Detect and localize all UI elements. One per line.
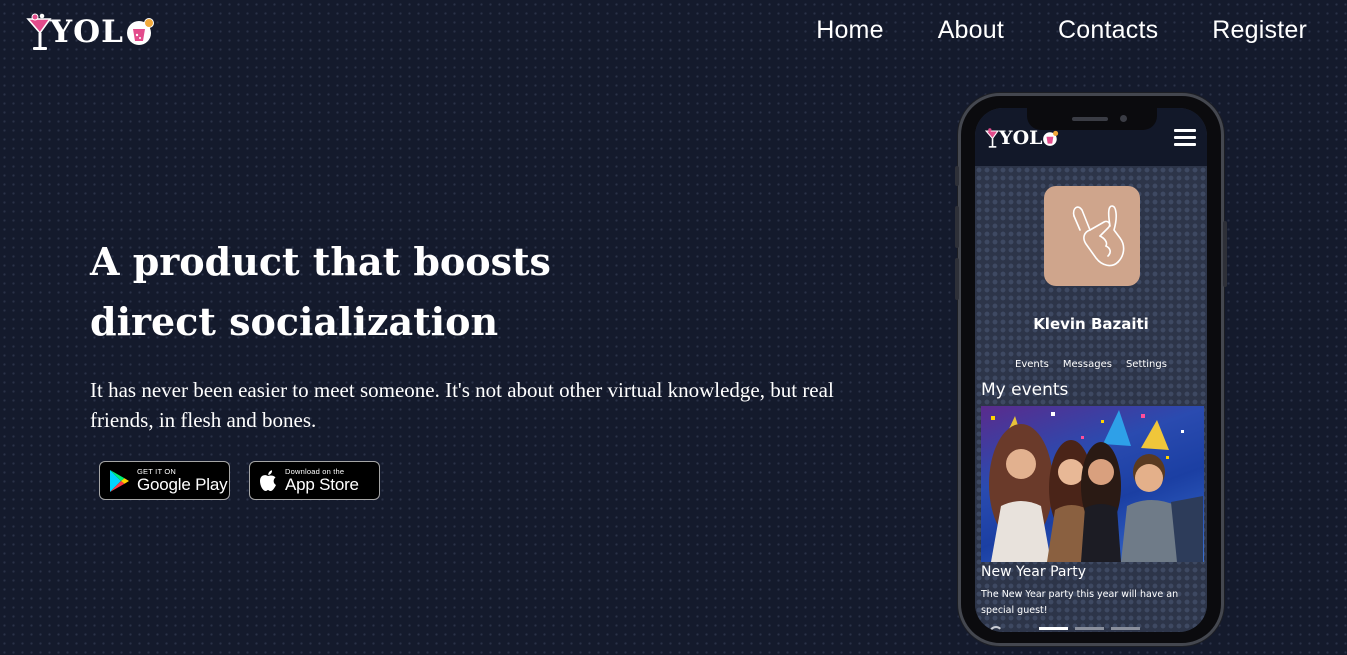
drink-glass-icon bbox=[1043, 130, 1059, 146]
phone-screen: YOL Klevin Bazaiti Events Messages Setti… bbox=[975, 108, 1207, 632]
nav-register[interactable]: Register bbox=[1212, 16, 1307, 45]
app-store-small-label: Download on the bbox=[285, 466, 345, 476]
phone-notch bbox=[1027, 108, 1157, 130]
main-nav: Home About Contacts Register bbox=[762, 16, 1307, 45]
profile-name: Klevin Bazaiti bbox=[1033, 315, 1149, 333]
drink-glass-icon bbox=[126, 18, 154, 45]
nav-home[interactable]: Home bbox=[816, 16, 884, 45]
app-store-label: App Store bbox=[285, 475, 359, 495]
hero-subtitle: It has never been easier to meet someone… bbox=[90, 378, 834, 432]
carousel-dot-active[interactable] bbox=[1039, 627, 1068, 630]
phone-power-button bbox=[1223, 221, 1227, 287]
carousel-indicators bbox=[1039, 627, 1147, 630]
event-title: New Year Party bbox=[981, 564, 1086, 580]
nav-about[interactable]: About bbox=[938, 16, 1004, 45]
loading-spinner-icon bbox=[989, 626, 1003, 632]
app-profile-page: Klevin Bazaiti Events Messages Settings … bbox=[975, 166, 1207, 632]
app-logo-wordmark: YOL bbox=[999, 127, 1043, 149]
phone-mute-switch bbox=[955, 166, 959, 186]
brand-logo[interactable]: YOL bbox=[26, 10, 155, 54]
hero-title: A product that boosts direct socializati… bbox=[90, 239, 551, 344]
google-play-icon bbox=[110, 469, 129, 492]
carousel-dot[interactable] bbox=[1111, 627, 1140, 630]
app-store-button[interactable]: Download on the App Store bbox=[249, 461, 380, 500]
profile-avatar[interactable] bbox=[1044, 186, 1140, 286]
cocktail-glass-icon bbox=[26, 13, 52, 50]
party-photo-illustration bbox=[989, 410, 1203, 562]
shaka-hand-icon bbox=[1072, 205, 1125, 267]
google-play-small-label: GET IT ON bbox=[137, 466, 177, 476]
event-photo[interactable] bbox=[981, 406, 1204, 562]
phone-mockup: YOL Klevin Bazaiti Events Messages Setti… bbox=[955, 93, 1227, 646]
tab-settings[interactable]: Settings bbox=[1126, 359, 1167, 370]
tab-events[interactable]: Events bbox=[1015, 359, 1049, 370]
carousel-dot[interactable] bbox=[1075, 627, 1104, 630]
section-title: My events bbox=[981, 380, 1069, 400]
phone-volume-down bbox=[955, 258, 959, 300]
phone-camera bbox=[1120, 115, 1127, 122]
hamburger-icon[interactable] bbox=[1174, 129, 1196, 146]
google-play-label: Google Play bbox=[137, 475, 228, 495]
phone-speaker bbox=[1072, 117, 1108, 121]
party-hat bbox=[1141, 420, 1169, 450]
event-description: The New Year party this year will have a… bbox=[981, 589, 1179, 616]
google-play-button[interactable]: GET IT ON Google Play bbox=[99, 461, 230, 500]
apple-icon bbox=[260, 469, 276, 491]
tab-messages[interactable]: Messages bbox=[1063, 359, 1112, 370]
cocktail-glass-icon bbox=[985, 128, 999, 148]
phone-volume-up bbox=[955, 206, 959, 248]
logo-wordmark: YOL bbox=[50, 14, 124, 50]
nav-contacts[interactable]: Contacts bbox=[1058, 16, 1158, 45]
party-hat bbox=[1103, 410, 1131, 446]
profile-tabs: Events Messages Settings bbox=[975, 359, 1207, 370]
